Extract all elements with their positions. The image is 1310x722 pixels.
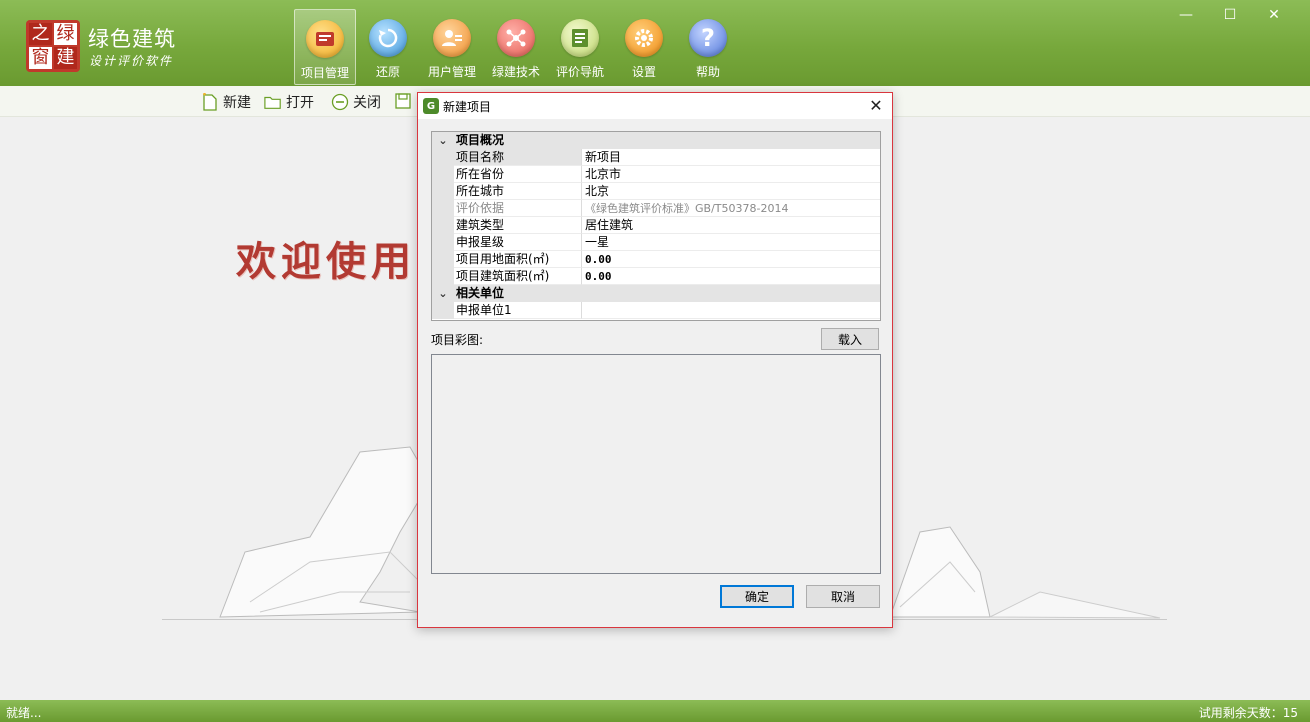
property-row[interactable]: 评价依据 《绿色建筑评价标准》GB/T50378-2014 [432, 200, 880, 217]
star-level-value[interactable]: 一星 [582, 234, 880, 251]
property-row[interactable]: 所在城市 北京 [432, 183, 880, 200]
app-logo: 之 绿 窗 建 [26, 20, 80, 72]
app-title: 绿色建筑 [88, 27, 176, 51]
app-subtitle: 设计评价软件 [89, 54, 174, 68]
logo-char: 绿 [54, 23, 77, 45]
open-label: 打开 [286, 95, 314, 111]
collapse-icon[interactable]: ⌄ [432, 132, 454, 149]
collapse-icon[interactable]: ⌄ [432, 285, 454, 302]
settings-icon [625, 19, 663, 57]
nav-green-tech[interactable]: 绿建技术 [484, 9, 548, 85]
welcome-banner: 欢迎使用 [236, 239, 416, 285]
tech-icon [497, 19, 535, 57]
property-row[interactable]: 建筑类型 居住建筑 [432, 217, 880, 234]
property-row[interactable]: 申报单位1 [432, 302, 880, 319]
app-icon: G [423, 98, 439, 114]
property-row[interactable]: 项目建筑面积(㎡) 0.00 [432, 268, 880, 285]
property-row[interactable]: 项目用地面积(㎡) 0.00 [432, 251, 880, 268]
property-key: 建筑类型 [454, 217, 582, 234]
nav-label: 项目管理 [300, 66, 349, 80]
status-bar: 就绪... 试用剩余天数：15 [0, 700, 1310, 722]
window-controls: — ☐ ✕ [1164, 4, 1296, 26]
save-button[interactable] [394, 92, 412, 110]
new-label: 新建 [223, 95, 251, 111]
nav-help[interactable]: ? 帮助 [676, 9, 740, 85]
status-text: 就绪... [6, 706, 42, 720]
close-label: 关闭 [353, 95, 381, 111]
restore-icon [369, 19, 407, 57]
user-icon [433, 19, 471, 57]
nav-label: 用户管理 [427, 65, 476, 79]
ok-button[interactable]: 确定 [720, 585, 794, 608]
property-key: 申报单位1 [454, 302, 582, 319]
load-picture-button[interactable]: 载入 [821, 328, 879, 350]
nav-settings[interactable]: 设置 [612, 9, 676, 85]
project-picture-box [431, 354, 881, 574]
open-button[interactable]: 打开 [264, 92, 314, 112]
project-picture-label: 项目彩图: [431, 333, 484, 347]
close-project-button[interactable]: 关闭 [331, 92, 381, 112]
property-row[interactable]: 所在省份 北京市 [432, 166, 880, 183]
help-icon: ? [689, 19, 727, 57]
property-key: 申报星级 [454, 234, 582, 251]
property-row[interactable]: 申报星级 一星 [432, 234, 880, 251]
project-name-value[interactable]: 新项目 [582, 149, 880, 166]
section-label: 项目概况 [456, 133, 505, 147]
dialog-title: 新建项目 [443, 100, 492, 114]
new-button[interactable]: 新建 [201, 92, 251, 112]
section-label: 相关单位 [456, 286, 505, 300]
logo-char: 之 [29, 23, 52, 45]
applicant-unit-value[interactable] [582, 302, 880, 319]
property-key: 项目用地面积(㎡) [454, 251, 582, 268]
land-area-value[interactable]: 0.00 [582, 251, 880, 268]
minus-circle-icon [331, 93, 349, 111]
folder-icon [264, 93, 282, 111]
logo-char: 建 [54, 47, 77, 69]
property-grid: ⌄ 项目概况 项目名称 新项目 所在省份 北京市 所在城市 北京 评价依据 《绿… [431, 131, 881, 321]
property-key: 所在省份 [454, 166, 582, 183]
property-key: 评价依据 [454, 200, 582, 217]
cancel-button[interactable]: 取消 [806, 585, 880, 608]
section-related-units[interactable]: ⌄ 相关单位 [432, 285, 880, 302]
building-area-value[interactable]: 0.00 [582, 268, 880, 285]
new-project-dialog: G 新建项目 ✕ ⌄ 项目概况 项目名称 新项目 所在省份 北京市 所在城市 北… [417, 92, 893, 628]
section-project-overview[interactable]: ⌄ 项目概况 [432, 132, 880, 149]
nav-label: 还原 [375, 65, 400, 79]
evaluation-basis-value: 《绿色建筑评价标准》GB/T50378-2014 [582, 200, 880, 217]
nav-project-management[interactable]: 项目管理 [294, 9, 356, 85]
nav-label: 评价导航 [555, 65, 604, 79]
project-icon [306, 20, 344, 58]
property-row[interactable]: 项目名称 新项目 [432, 149, 880, 166]
property-key: 所在城市 [454, 183, 582, 200]
app-header: 之 绿 窗 建 绿色建筑 设计评价软件 项目管理 还原 用户管理 绿建技术 评价… [0, 0, 1310, 86]
guide-icon [561, 19, 599, 57]
nav-user-management[interactable]: 用户管理 [420, 9, 484, 85]
nav-restore[interactable]: 还原 [356, 9, 420, 85]
dialog-close-button[interactable]: ✕ [866, 95, 886, 115]
nav-evaluation-guide[interactable]: 评价导航 [548, 9, 612, 85]
nav-label: 绿建技术 [491, 65, 540, 79]
new-file-icon [201, 93, 219, 111]
city-value[interactable]: 北京 [582, 183, 880, 200]
nav-label: 设置 [631, 65, 656, 79]
trial-days-remaining: 试用剩余天数：15 [1198, 706, 1298, 720]
property-key: 项目名称 [454, 149, 582, 166]
dialog-titlebar: G 新建项目 ✕ [418, 93, 892, 119]
nav-label: 帮助 [695, 65, 720, 79]
property-key: 项目建筑面积(㎡) [454, 268, 582, 285]
maximize-button[interactable]: ☐ [1208, 4, 1252, 26]
province-value[interactable]: 北京市 [582, 166, 880, 183]
logo-char: 窗 [29, 47, 52, 69]
main-nav: 项目管理 还原 用户管理 绿建技术 评价导航 设置 ? 帮助 [294, 9, 740, 85]
close-window-button[interactable]: ✕ [1252, 4, 1296, 26]
save-icon [394, 92, 412, 110]
building-type-value[interactable]: 居住建筑 [582, 217, 880, 234]
minimize-button[interactable]: — [1164, 4, 1208, 26]
